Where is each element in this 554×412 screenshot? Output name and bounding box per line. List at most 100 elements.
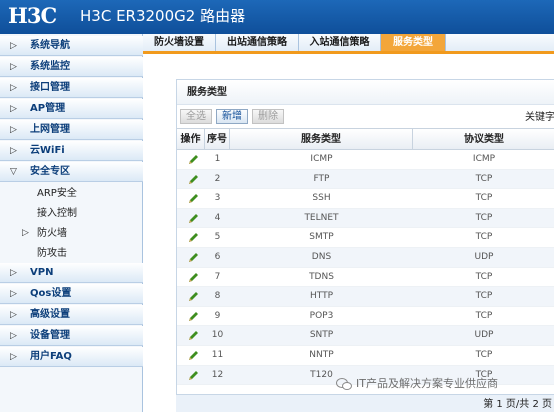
service-cell: TELNET xyxy=(304,212,339,223)
sidebar-item-ap[interactable]: ▷ AP管理 xyxy=(0,99,143,119)
keyword-label: 关键字 xyxy=(525,112,554,123)
chevron-right-icon: ▷ xyxy=(10,289,17,299)
edit-pencil-icon[interactable] xyxy=(187,350,199,362)
edit-pencil-icon[interactable] xyxy=(187,272,199,284)
service-type-panel: 服务类型 全选 新增 删除 关键字 操作 序号 服务类型 协议类型 1 ICMP I… xyxy=(176,79,554,412)
sidebar-item-label: AP管理 xyxy=(30,103,66,114)
sidebar-item-qos[interactable]: ▷ Qos设置 xyxy=(0,284,143,304)
sidebar-item-security[interactable]: ▽ 安全专区 xyxy=(0,162,143,182)
edit-cell[interactable] xyxy=(177,287,205,306)
sidebar-item-label: 接口管理 xyxy=(30,82,70,93)
sidebar-item-system-monitor[interactable]: ▷ 系统监控 xyxy=(0,57,143,77)
table-row: 9 POP3 TCP xyxy=(177,307,554,327)
service-cell: NNTP xyxy=(309,350,334,360)
edit-pencil-icon[interactable] xyxy=(187,154,199,166)
tab-inbound-policy[interactable]: 入站通信策略 xyxy=(299,34,381,51)
protocol-cell: TCP xyxy=(475,193,493,204)
index-cell: 8 xyxy=(214,291,221,302)
service-cell: FTP xyxy=(313,173,330,184)
sidebar-subitem-arp[interactable]: ARP安全 xyxy=(0,183,143,203)
edit-cell[interactable] xyxy=(177,366,205,385)
edit-pencil-icon[interactable] xyxy=(187,370,199,382)
chevron-right-icon: ▷ xyxy=(10,41,17,51)
chevron-right-icon: ▷ xyxy=(10,352,17,362)
tab-outbound-policy[interactable]: 出站通信策略 xyxy=(216,34,299,51)
table-row: 1 ICMP ICMP xyxy=(177,150,554,170)
sidebar-item-faq[interactable]: ▷ 用户FAQ xyxy=(0,347,143,367)
sidebar-item-label: VPN xyxy=(30,267,54,278)
edit-cell[interactable] xyxy=(177,346,205,365)
add-button[interactable]: 新增 xyxy=(216,109,248,124)
app-title: H3C ER3200G2 路由器 xyxy=(80,7,246,25)
protocol-cell: TCP xyxy=(475,232,493,243)
page-indicator: 第 1 页/共 2 页 xyxy=(483,399,552,410)
column-header-protocol[interactable]: 协议类型 xyxy=(413,128,554,150)
panel-title-bar: 服务类型 xyxy=(177,80,554,105)
chevron-right-icon: ▷ xyxy=(22,228,29,238)
chevron-right-icon: ▷ xyxy=(10,146,17,156)
sidebar-item-label: 设备管理 xyxy=(30,330,70,341)
sidebar-item-label: 云WiFi xyxy=(30,145,65,156)
edit-cell[interactable] xyxy=(177,228,205,247)
sidebar-subitem-label: 防攻击 xyxy=(37,248,67,259)
tab-bar: 防火墙设置 出站通信策略 入站通信策略 服务类型 xyxy=(143,34,554,54)
edit-pencil-icon[interactable] xyxy=(187,232,199,244)
sidebar-item-label: 高级设置 xyxy=(30,309,70,320)
index-cell: 2 xyxy=(214,173,221,184)
edit-pencil-icon[interactable] xyxy=(187,174,199,186)
sidebar-item-internet[interactable]: ▷ 上网管理 xyxy=(0,120,143,140)
sidebar-item-device[interactable]: ▷ 设备管理 xyxy=(0,326,143,346)
tab-firewall-settings[interactable]: 防火墙设置 xyxy=(143,34,216,51)
edit-cell[interactable] xyxy=(177,307,205,326)
sidebar-item-advanced[interactable]: ▷ 高级设置 xyxy=(0,305,143,325)
sidebar-subitem-label: 接入控制 xyxy=(37,208,77,219)
sidebar-subitem-access-control[interactable]: 接入控制 xyxy=(0,203,143,223)
sidebar-item-system-nav[interactable]: ▷ 系统导航 xyxy=(0,36,143,56)
edit-cell[interactable] xyxy=(177,170,205,189)
sidebar-subitem-firewall[interactable]: ▷ 防火墙 xyxy=(0,223,143,243)
edit-cell[interactable] xyxy=(177,268,205,287)
protocol-cell: TCP xyxy=(475,173,493,184)
edit-pencil-icon[interactable] xyxy=(187,330,199,342)
edit-pencil-icon[interactable] xyxy=(187,311,199,323)
delete-button[interactable]: 删除 xyxy=(252,109,284,124)
protocol-cell: TCP xyxy=(475,271,493,282)
edit-cell[interactable] xyxy=(177,209,205,228)
sidebar-item-vpn[interactable]: ▷ VPN xyxy=(0,263,143,283)
edit-pencil-icon[interactable] xyxy=(187,193,199,205)
protocol-cell: TCP xyxy=(475,212,493,223)
toolbar: 全选 新增 删除 关键字 xyxy=(177,105,554,127)
edit-cell[interactable] xyxy=(177,189,205,208)
index-cell: 3 xyxy=(214,193,221,204)
chevron-right-icon: ▷ xyxy=(10,310,17,320)
edit-cell[interactable] xyxy=(177,326,205,345)
chevron-right-icon: ▷ xyxy=(10,331,17,341)
edit-cell[interactable] xyxy=(177,150,205,169)
content-area: 服务类型 全选 新增 删除 关键字 操作 序号 服务类型 协议类型 1 ICMP I… xyxy=(143,57,554,412)
table-row: 5 SMTP TCP xyxy=(177,228,554,248)
index-cell: 10 xyxy=(211,330,224,341)
chevron-right-icon: ▷ xyxy=(10,125,17,135)
index-cell: 5 xyxy=(214,232,221,243)
edit-cell[interactable] xyxy=(177,248,205,267)
watermark-text: IT产品及解决方案专业供应商 xyxy=(356,377,498,390)
sidebar-item-label: 安全专区 xyxy=(30,166,70,177)
column-header-action: 操作 xyxy=(177,128,205,150)
tab-service-types[interactable]: 服务类型 xyxy=(381,34,446,51)
sidebar-subitem-anti-attack[interactable]: 防攻击 xyxy=(0,243,143,263)
index-cell: 7 xyxy=(214,271,221,282)
edit-pencil-icon[interactable] xyxy=(187,291,199,303)
sidebar-item-interface[interactable]: ▷ 接口管理 xyxy=(0,78,143,98)
select-all-button[interactable]: 全选 xyxy=(180,109,212,124)
protocol-cell: UDP xyxy=(474,330,494,341)
table-row: 2 FTP TCP xyxy=(177,169,554,190)
sidebar-item-cloud-wifi[interactable]: ▷ 云WiFi xyxy=(0,141,143,161)
service-cell: HTTP xyxy=(309,291,334,302)
edit-pencil-icon[interactable] xyxy=(187,213,199,225)
index-cell: 9 xyxy=(214,310,221,321)
column-header-service[interactable]: 服务类型 xyxy=(230,128,413,150)
edit-pencil-icon[interactable] xyxy=(187,252,199,264)
sidebar-item-label: 系统导航 xyxy=(30,40,70,51)
table-row: 7 TDNS TCP xyxy=(177,268,554,288)
h3c-logo: H3C xyxy=(8,3,57,28)
